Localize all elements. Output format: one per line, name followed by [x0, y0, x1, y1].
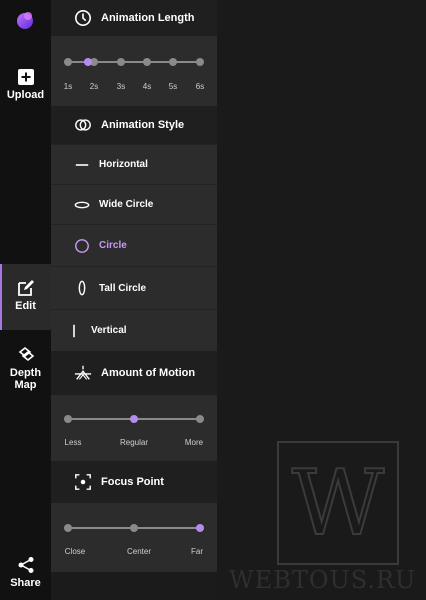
tick-label: 6s — [195, 82, 205, 91]
nav-edit-label: Edit — [15, 300, 36, 312]
amount-of-motion-title: Amount of Motion — [101, 367, 196, 379]
focus-point-slider[interactable]: Close Center Far — [51, 503, 217, 572]
plus-square-icon — [17, 69, 34, 85]
style-option-horizontal[interactable]: Horizontal — [51, 144, 217, 184]
animation-style-header: Animation Style — [51, 106, 217, 144]
slider-stop[interactable] — [64, 58, 72, 66]
settings-panel: Animation Length 1s 2s 3s 4s 5s 6s Anima… — [51, 0, 217, 572]
nav-depth-map-button[interactable]: Depth Map — [0, 346, 51, 391]
tick-label: 4s — [142, 82, 152, 91]
tick-label: Close — [64, 547, 86, 556]
nav-share-button[interactable]: Share — [0, 556, 51, 589]
focus-target-icon — [73, 472, 93, 492]
tick-label: 2s — [89, 82, 99, 91]
animation-style-title: Animation Style — [101, 119, 185, 131]
nav-upload-button[interactable]: Upload — [0, 68, 51, 101]
focus-point-header: Focus Point — [51, 461, 217, 503]
animation-length-slider[interactable]: 1s 2s 3s 4s 5s 6s — [51, 36, 217, 106]
nav-edit-button[interactable]: Edit — [0, 264, 51, 330]
style-option-tall-circle[interactable]: Tall Circle — [51, 266, 217, 309]
animation-length-title: Animation Length — [101, 12, 195, 24]
motion-perspective-icon — [73, 363, 93, 383]
nav-upload-label: Upload — [6, 89, 45, 101]
watermark-logo: W — [277, 441, 399, 565]
style-option-label: Tall Circle — [99, 282, 147, 294]
slider-stop[interactable] — [117, 58, 125, 66]
slider-stop[interactable] — [169, 58, 177, 66]
style-option-label: Circle — [99, 240, 127, 251]
overlap-circles-icon — [73, 115, 93, 135]
nav-share-label: Share — [10, 577, 41, 589]
style-option-label: Wide Circle — [99, 199, 154, 210]
nav-depth-label-line2: Map — [14, 379, 37, 391]
tick-label: Center — [126, 547, 152, 556]
edit-pencil-icon — [17, 280, 34, 296]
focus-point-title: Focus Point — [101, 476, 164, 488]
tick-label: 1s — [63, 82, 73, 91]
slider-thumb[interactable] — [130, 415, 138, 423]
tick-label: 3s — [116, 82, 126, 91]
slider-stop[interactable] — [143, 58, 151, 66]
style-option-label: Horizontal — [99, 159, 148, 170]
amount-of-motion-header: Amount of Motion — [51, 351, 217, 395]
tall-ellipse-icon — [73, 279, 91, 297]
slider-stop[interactable] — [196, 58, 204, 66]
style-option-circle[interactable]: Circle — [51, 224, 217, 266]
watermark-text: WEBTOUS.RU — [229, 566, 417, 594]
watermark-letter: W — [291, 450, 386, 557]
slider-thumb[interactable] — [196, 524, 204, 532]
style-option-wide-circle[interactable]: Wide Circle — [51, 184, 217, 224]
tick-label: Regular — [119, 438, 149, 447]
nav-depth-label-line1: Depth — [9, 367, 42, 379]
animation-length-header: Animation Length — [51, 0, 217, 36]
vertical-line-icon — [65, 322, 83, 340]
share-icon — [18, 557, 33, 573]
wide-ellipse-icon — [73, 196, 91, 214]
tick-label: 5s — [168, 82, 178, 91]
preview-canvas[interactable]: W WEBTOUS.RU — [217, 0, 426, 600]
slider-stop[interactable] — [196, 415, 204, 423]
horizontal-line-icon — [73, 156, 91, 174]
style-option-vertical[interactable]: Vertical — [51, 309, 217, 351]
tick-label: More — [184, 438, 204, 447]
circle-icon — [73, 237, 91, 255]
depth-map-icon — [18, 346, 34, 362]
style-option-label: Vertical — [91, 325, 127, 336]
slider-stop[interactable] — [64, 524, 72, 532]
slider-stop[interactable] — [130, 524, 138, 532]
tick-label: Far — [191, 547, 203, 556]
slider-stop[interactable] — [64, 415, 72, 423]
amount-of-motion-slider[interactable]: Less Regular More — [51, 395, 217, 461]
slider-thumb[interactable] — [84, 58, 92, 66]
nav-rail: Upload Edit Depth Map Share — [0, 0, 51, 600]
tick-label: Less — [64, 438, 82, 447]
app-logo-icon[interactable] — [15, 10, 35, 30]
clock-icon — [73, 8, 93, 28]
